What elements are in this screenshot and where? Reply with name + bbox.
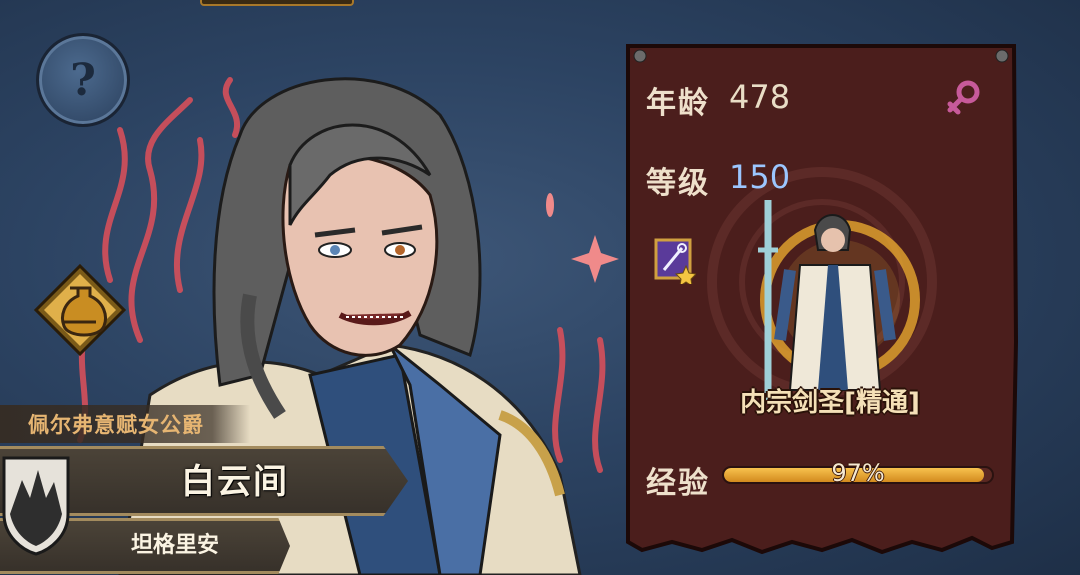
- title-banner: 佩尔弗意赋女公爵: [0, 405, 250, 443]
- class-name-container: 内宗剑圣[精通]: [700, 380, 960, 420]
- exp-label: 经验: [646, 466, 710, 501]
- character-name: 白云间: [181, 461, 289, 502]
- class-name: 内宗剑圣[精通]: [740, 387, 920, 418]
- age-value: 478: [729, 78, 791, 116]
- crest-icon: [2, 456, 70, 556]
- female-icon: [947, 80, 980, 115]
- location-container: 坦格里安: [100, 522, 250, 564]
- exp-value: 97%: [831, 459, 885, 487]
- top-tab: [200, 0, 354, 6]
- character-location: 坦格里安: [130, 533, 219, 558]
- character-name-container: 白云间: [110, 452, 360, 504]
- staff-star-icon[interactable]: [654, 238, 696, 284]
- level-label: 等级: [646, 166, 710, 201]
- character-title: 佩尔弗意赋女公爵: [28, 413, 204, 437]
- age-label: 年龄: [646, 86, 710, 121]
